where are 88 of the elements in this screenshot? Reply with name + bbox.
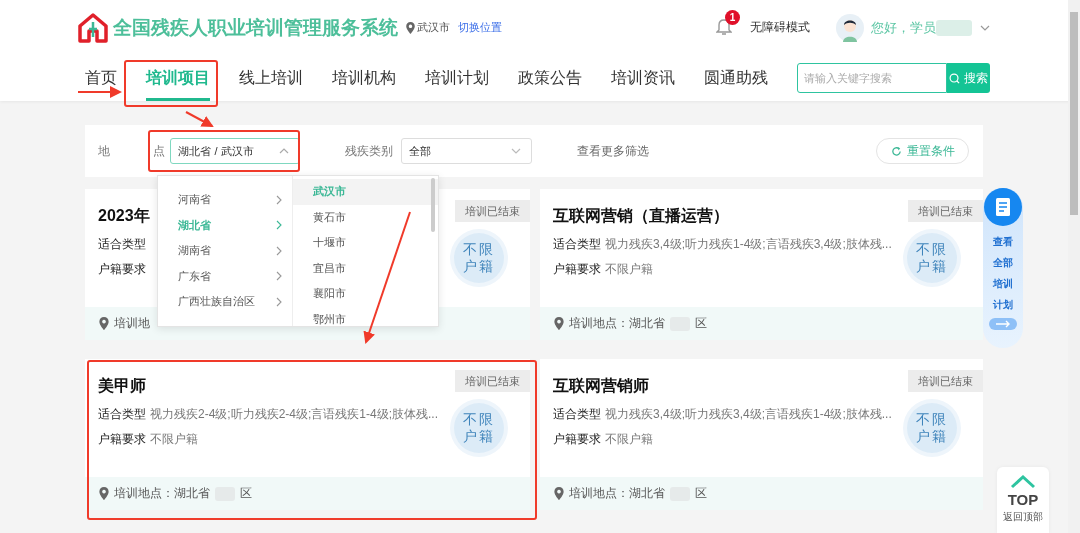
location-pin-icon: [406, 21, 415, 34]
clipboard-icon: [984, 188, 1022, 226]
city-option[interactable]: 宜昌市: [292, 255, 438, 281]
notification-badge: 1: [725, 10, 740, 25]
location-pin-icon: [554, 487, 564, 500]
nav-tab[interactable]: 线上培训: [239, 55, 303, 101]
nav-tab[interactable]: 政策公告: [518, 55, 582, 101]
chevron-right-icon: [275, 296, 282, 307]
stamp: 不限 户籍: [907, 403, 957, 453]
status-tag: 培训已结束: [455, 200, 530, 222]
accessibility-mode-link[interactable]: 无障碍模式: [750, 19, 810, 36]
course-title: 互联网营销师: [553, 376, 649, 396]
location-pin-icon: [554, 317, 564, 330]
annotation-arrow: [77, 86, 122, 98]
training-location: 培训地点：湖北省: [114, 485, 210, 502]
chevron-right-icon: [275, 245, 282, 256]
training-location-suffix: 区: [240, 485, 252, 502]
chevron-right-icon: [275, 194, 282, 205]
blurred-name: [936, 19, 972, 36]
more-filters-link[interactable]: 查看更多筛选: [577, 142, 650, 160]
field-label: 户籍要求: [98, 430, 146, 448]
location-pin-icon: [99, 317, 109, 330]
back-to-top-button[interactable]: TOP 返回顶部: [997, 467, 1049, 533]
city-option[interactable]: 鄂州市: [292, 306, 438, 326]
city-option[interactable]: 黄石市: [292, 204, 438, 230]
category-select[interactable]: 全部: [401, 138, 533, 164]
field-label: 适合类型: [553, 405, 601, 423]
caret-icon: [511, 148, 522, 154]
annotation-arrow: [185, 111, 214, 127]
training-location-suffix: 区: [695, 485, 707, 502]
field-label: 适合类型: [553, 235, 601, 253]
province-option[interactable]: 广西壮族自治区: [158, 289, 292, 315]
field-value: 不限户籍: [150, 430, 198, 448]
search-field[interactable]: 请输入关键字搜索: [797, 63, 947, 93]
status-tag: 培训已结束: [455, 370, 530, 392]
field-label: 适合类型: [98, 235, 146, 253]
city-option[interactable]: 十堰市: [292, 230, 438, 256]
search-icon: [949, 72, 960, 84]
field-value: 视力残疾3,4级;听力残疾1-4级;言语残疾3,4级;肢体残...: [605, 235, 892, 253]
training-location: 培训地: [114, 315, 150, 332]
category-label: 残疾类别: [345, 142, 394, 160]
chevron-right-icon: [275, 271, 282, 282]
training-location-suffix: 区: [695, 315, 707, 332]
course-title: 2023年: [98, 206, 150, 226]
course-card[interactable]: 互联网营销师 培训已结束 适合类型 视力残疾3,4级;听力残疾3,4级;言语残疾1-4级;肢体残... 户籍要求 不限户籍 不限 户籍 培训地点：湖北省 区: [540, 359, 983, 510]
province-option[interactable]: 湖南省: [158, 238, 292, 264]
status-tag: 培训已结束: [908, 370, 983, 392]
nav-tab[interactable]: 首页: [85, 55, 117, 101]
chevron-up-icon: [1010, 475, 1036, 489]
nav-tab[interactable]: 圆通助残: [704, 55, 768, 101]
field-label: 适合类型: [98, 405, 146, 423]
caret-icon: [279, 148, 290, 154]
house-logo-icon: [78, 12, 108, 43]
site-title: 全国残疾人职业培训管理服务系统: [113, 15, 398, 40]
location-pin-icon: [99, 487, 109, 500]
training-location: 培训地点：湖北省: [569, 485, 665, 502]
training-location: 培训地点：湖北省: [569, 315, 665, 332]
nav-tab[interactable]: 培训机构: [332, 55, 396, 101]
current-location: 武汉市: [417, 20, 450, 35]
side-panel[interactable]: 查看全部培训计划: [983, 188, 1023, 348]
city-option[interactable]: 襄阳市: [292, 281, 438, 307]
side-panel-text: 查看全部培训计划: [993, 235, 1013, 312]
stamp: 不限 户籍: [454, 403, 504, 453]
avatar-icon[interactable]: [836, 13, 864, 42]
province-option[interactable]: 河南省: [158, 187, 292, 213]
switch-location-link[interactable]: 切换位置: [458, 20, 502, 35]
scrollbar-thumb[interactable]: [431, 178, 435, 232]
field-value: 不限户籍: [605, 260, 653, 278]
field-value: 视力残疾3,4级;听力残疾3,4级;言语残疾1-4级;肢体残...: [605, 405, 892, 423]
course-card[interactable]: 美甲师 培训已结束 适合类型 视力残疾2-4级;听力残疾2-4级;言语残疾1-4级;肢体残... 户籍要求 不限户籍 不限 户籍 培训地点：湖北省 区: [85, 359, 530, 510]
status-tag: 培训已结束: [908, 200, 983, 222]
refresh-icon: [890, 145, 902, 157]
field-label: 户籍要求: [553, 430, 601, 448]
user-greeting: 您好，学员: [871, 18, 936, 37]
field-label: 户籍要求: [553, 260, 601, 278]
chevron-right-icon: [275, 220, 282, 231]
course-title: 互联网营销（直播运营）: [553, 206, 729, 226]
course-card[interactable]: 互联网营销（直播运营） 培训已结束 适合类型 视力残疾3,4级;听力残疾1-4级;言语残疾3,4级;肢体残... 户籍要求 不限户籍 不限 户籍 培训地点：湖北省 区: [540, 189, 983, 340]
field-label: 户籍要求: [98, 260, 146, 278]
location-label: 地 点: [98, 142, 166, 160]
province-option[interactable]: 广东省: [158, 263, 292, 289]
course-title: 美甲师: [98, 376, 146, 396]
nav-tab[interactable]: 培训计划: [425, 55, 489, 101]
field-value: 视力残疾2-4级;听力残疾2-4级;言语残疾1-4级;肢体残...: [150, 405, 439, 423]
nav-tab[interactable]: 培训资讯: [611, 55, 675, 101]
caret-icon[interactable]: [980, 24, 990, 31]
field-value: 不限户籍: [605, 430, 653, 448]
bell-icon[interactable]: [716, 19, 732, 36]
